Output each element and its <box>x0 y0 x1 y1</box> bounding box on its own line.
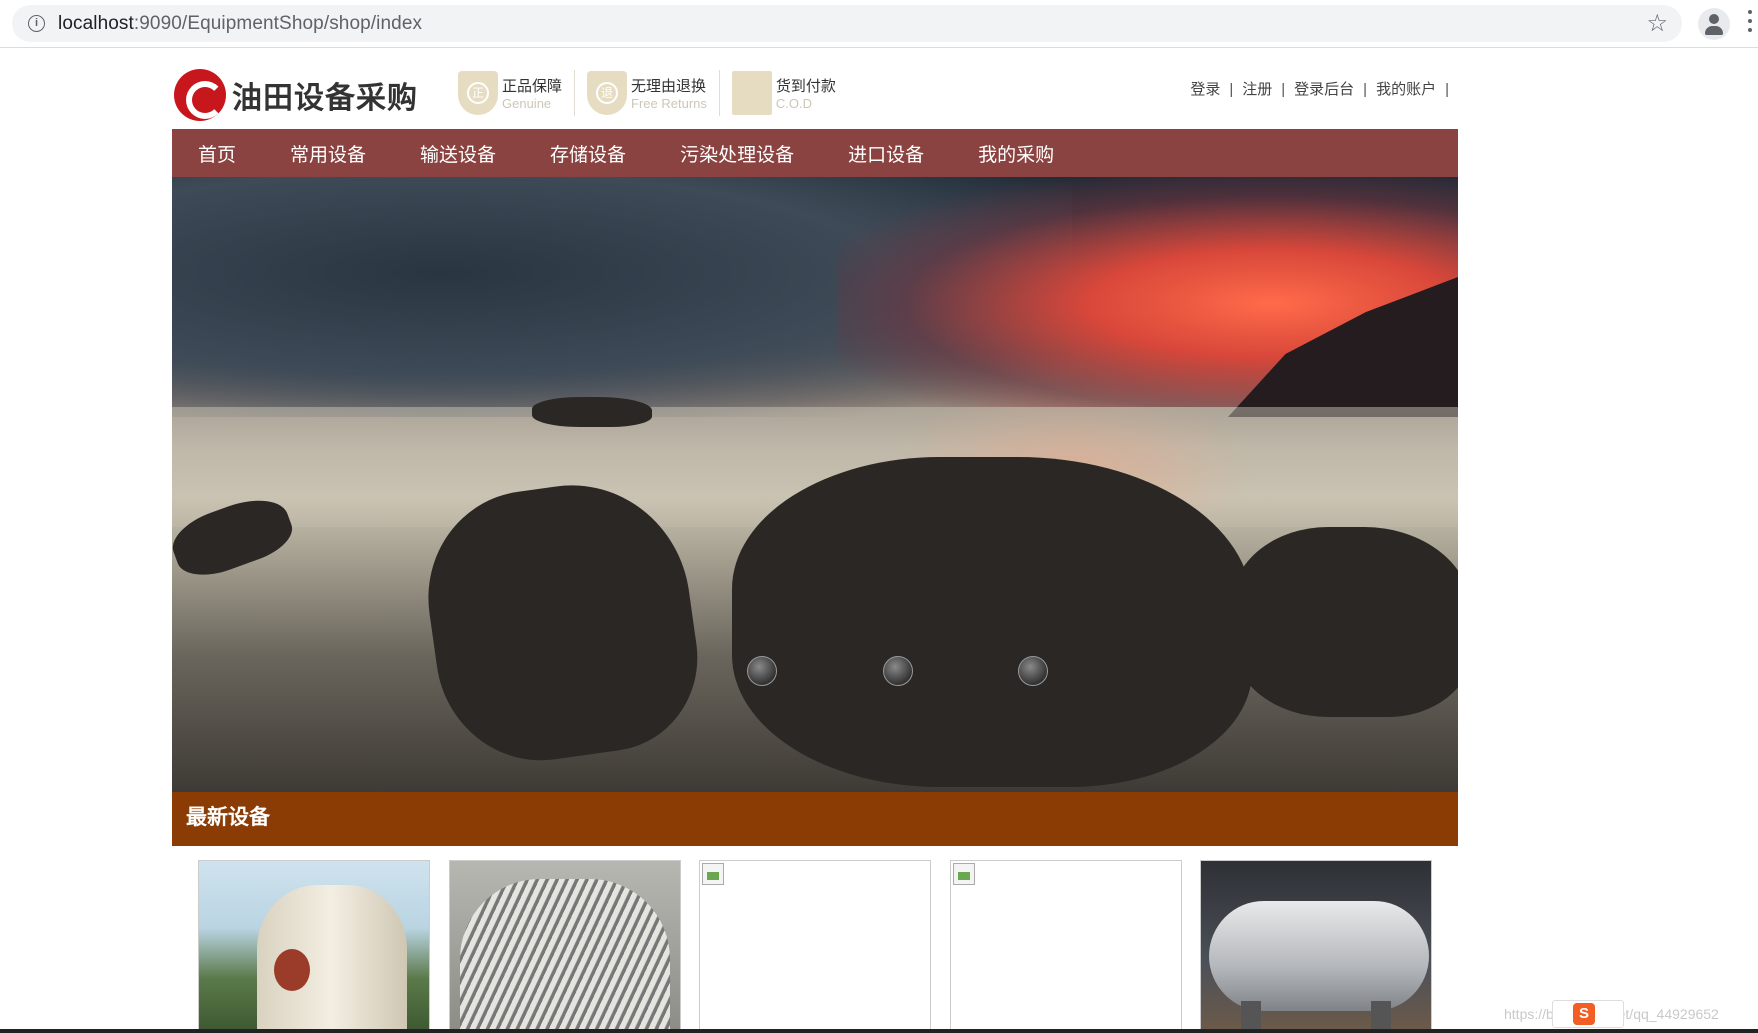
site-logo[interactable]: 油田设备采购 <box>174 69 418 121</box>
nav-item-my-purchases[interactable]: 我的采购 <box>978 140 1054 167</box>
product-grid <box>172 846 1458 1030</box>
nav-item-common-equipment[interactable]: 常用设备 <box>290 140 366 167</box>
broken-image-icon <box>953 863 975 885</box>
badge-icon-char: 退 <box>596 82 619 104</box>
shield-returns-icon: 退 <box>587 71 628 115</box>
browser-menu-icon[interactable] <box>1748 10 1754 38</box>
gift-box-icon <box>731 71 772 115</box>
section-title-latest: 最新设备 <box>172 792 1458 846</box>
broken-image-icon <box>702 863 724 885</box>
link-separator: | <box>1281 81 1286 98</box>
logo-mark-icon <box>174 69 226 121</box>
nav-item-imported-equipment[interactable]: 进口设备 <box>848 140 924 167</box>
nav-item-pollution-equipment[interactable]: 污染处理设备 <box>680 140 794 167</box>
carousel-dot-1[interactable] <box>747 656 777 686</box>
url-path: :9090/EquipmentShop/shop/index <box>133 13 423 34</box>
product-image-horizontal-tank <box>1209 901 1429 1011</box>
logo-text: 油田设备采购 <box>232 81 418 116</box>
service-badges: 正 正品保障 Genuine 退 无理由退换 Free Returns 货到付款… <box>458 70 860 116</box>
product-card[interactable] <box>449 860 681 1030</box>
sogou-ime-icon: S <box>1573 1003 1595 1025</box>
url-text[interactable]: localhost:9090/EquipmentShop/shop/index <box>58 13 422 35</box>
bookmark-star-icon[interactable]: ☆ <box>1646 9 1668 38</box>
user-links: 登录 | 注册 | 登录后台 | 我的账户 | <box>1190 78 1458 99</box>
site-header: 油田设备采购 正 正品保障 Genuine 退 无理由退换 Free Retur… <box>172 48 1458 129</box>
badge-icon-char: 正 <box>467 82 489 104</box>
badge-title: 货到付款 <box>775 78 836 95</box>
nav-item-conveying-equipment[interactable]: 输送设备 <box>420 140 496 167</box>
address-bar[interactable]: i localhost:9090/EquipmentShop/shop/inde… <box>12 5 1682 42</box>
carousel-dot-3[interactable] <box>1018 656 1048 686</box>
register-link[interactable]: 注册 <box>1242 81 1272 98</box>
link-separator: | <box>1363 81 1368 98</box>
my-account-link[interactable]: 我的账户 <box>1376 81 1436 98</box>
badge-title: 无理由退换 <box>631 78 707 95</box>
badge-genuine: 正 正品保障 Genuine <box>458 70 576 116</box>
badge-subtitle: C.O.D <box>775 96 813 111</box>
banner-image-rock <box>532 397 652 427</box>
badge-free-returns: 退 无理由退换 Free Returns <box>587 70 720 116</box>
badge-title: 正品保障 <box>502 78 563 95</box>
product-card[interactable] <box>198 860 430 1030</box>
banner-image-rock <box>1232 527 1458 717</box>
browser-toolbar: i localhost:9090/EquipmentShop/shop/inde… <box>0 0 1758 48</box>
main-nav: 首页 常用设备 输送设备 存储设备 污染处理设备 进口设备 我的采购 <box>172 129 1458 177</box>
nav-item-home[interactable]: 首页 <box>198 140 236 167</box>
banner-image-rock <box>912 467 972 507</box>
profile-avatar-icon[interactable] <box>1698 8 1730 40</box>
site-info-icon[interactable]: i <box>28 15 45 32</box>
carousel-indicators <box>172 656 1458 688</box>
carousel-dot-2[interactable] <box>883 656 913 686</box>
product-image-leg <box>1371 1001 1391 1029</box>
banner-image-rock <box>732 457 1252 787</box>
product-image-port <box>274 949 310 991</box>
window-bottom-edge <box>0 1029 1758 1033</box>
badge-subtitle: Free Returns <box>631 96 707 111</box>
product-card[interactable] <box>1200 860 1432 1030</box>
page-container: 油田设备采购 正 正品保障 Genuine 退 无理由退换 Free Retur… <box>172 48 1458 1030</box>
admin-login-link[interactable]: 登录后台 <box>1294 81 1354 98</box>
link-separator: | <box>1445 81 1449 98</box>
ime-toolbar-icon[interactable]: S <box>1552 1000 1624 1028</box>
product-image-coil <box>460 879 670 1029</box>
nav-item-storage-equipment[interactable]: 存储设备 <box>550 140 626 167</box>
url-host: localhost <box>58 13 134 34</box>
badge-cod: 货到付款 C.O.D <box>731 70 848 116</box>
product-card[interactable] <box>699 860 931 1030</box>
product-image-leg <box>1241 1001 1261 1029</box>
hero-carousel[interactable] <box>172 177 1458 792</box>
badge-subtitle: Genuine <box>502 96 552 111</box>
product-card[interactable] <box>950 860 1182 1030</box>
link-separator: | <box>1229 81 1234 98</box>
shield-genuine-icon: 正 <box>458 71 498 115</box>
login-link[interactable]: 登录 <box>1190 81 1220 98</box>
